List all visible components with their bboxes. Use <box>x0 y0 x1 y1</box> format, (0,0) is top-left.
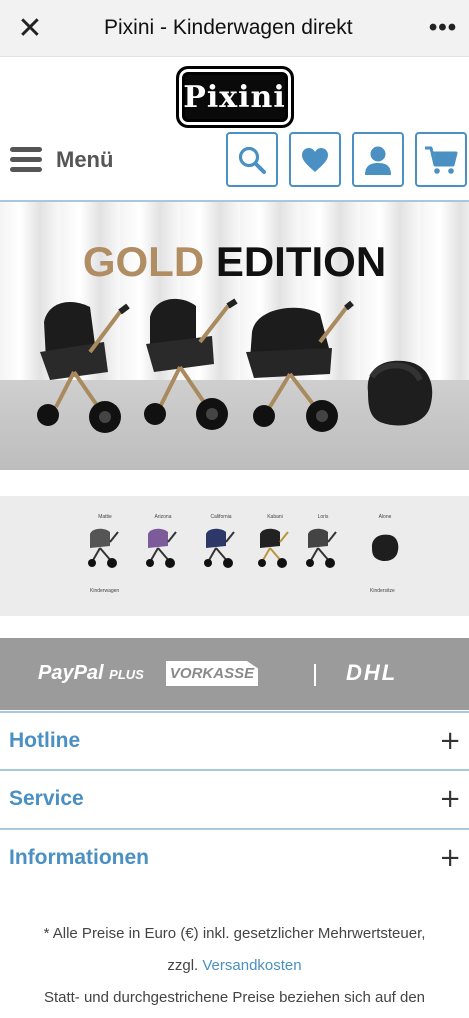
stroller-illustration <box>37 298 433 433</box>
price-notice-line2: zzgl. Versandkosten <box>0 950 469 982</box>
dhl-logo: DHL <box>346 660 398 685</box>
plus-icon: + <box>439 843 461 873</box>
shipping-costs-link[interactable]: Versandkosten <box>202 957 301 974</box>
logo[interactable]: Pixini <box>175 66 294 128</box>
product-thumbnail-strip: Mattie Arizona California Kabani Loris A… <box>0 496 469 616</box>
stroller-thumbnail <box>204 528 235 568</box>
price-notice-line3: Statt- und durchgestrichene Preise bezie… <box>43 989 426 1006</box>
vorkasse-logo: VORKASSE <box>166 661 258 686</box>
thumbnail-label: Kabani <box>267 514 283 520</box>
logo-container: Pixini <box>0 66 469 128</box>
thumbnail-label: Loris <box>317 514 329 520</box>
payment-separator <box>314 664 316 686</box>
stroller-image <box>246 300 354 432</box>
car-seat-image <box>367 360 433 426</box>
payment-methods-bar: PayPal PLUS VORKASSE DHL <box>0 638 469 710</box>
search-icon <box>238 146 266 174</box>
cart-button[interactable] <box>415 132 467 187</box>
price-notice-line1: * Alle Preise in Euro (€) inkl. gesetzli… <box>43 925 426 942</box>
thumbnail-item[interactable]: Mattie <box>80 514 130 573</box>
more-icon[interactable]: ••• <box>417 14 469 42</box>
thumbnail-item[interactable]: California <box>196 514 246 573</box>
accordion-informationen[interactable]: Informationen + <box>0 828 469 886</box>
menu-label: Menü <box>56 147 114 172</box>
hero-banner[interactable]: GOLD EDITION <box>0 202 469 470</box>
search-button[interactable] <box>226 132 278 187</box>
thumbnail-item[interactable]: Loris <box>298 514 348 573</box>
thumbnail-item[interactable]: Kabani <box>250 514 300 573</box>
thumbnail-label: Mattie <box>98 514 112 520</box>
price-notice-prefix: zzgl. <box>167 957 199 974</box>
hamburger-icon <box>10 147 42 173</box>
stroller-thumbnail <box>146 528 177 568</box>
thumbnail-caption-right: Kindersitze <box>370 588 395 594</box>
accordion-service[interactable]: Service + <box>0 769 469 827</box>
main-navigation: Menü <box>0 132 469 188</box>
logo-text: Pixini <box>183 79 286 115</box>
stroller-image <box>144 298 238 430</box>
stroller-thumbnail <box>258 528 289 568</box>
paypal-plus-text: PLUS <box>109 667 144 682</box>
stroller-image <box>37 302 130 433</box>
menu-button[interactable]: Menü <box>10 140 113 180</box>
paypal-logo: PayPal PLUS <box>38 662 144 685</box>
wishlist-button[interactable] <box>289 132 341 187</box>
thumbnail-caption-left: Kinderwagen <box>90 588 120 594</box>
accordion-hotline[interactable]: Hotline + <box>0 711 469 769</box>
close-icon[interactable]: ✕ <box>0 0 60 57</box>
heart-icon <box>302 147 328 172</box>
thumbnail-item[interactable]: Alone <box>360 514 410 573</box>
thumbnail-label: California <box>210 514 232 520</box>
thumbnail-label: Alone <box>378 514 392 520</box>
accordion-label: Informationen <box>9 846 149 869</box>
accordion-label: Service <box>9 787 84 810</box>
plus-icon: + <box>439 726 461 756</box>
page-title: Pixini - Kinderwagen direkt <box>104 16 353 39</box>
car-seat-thumbnail <box>371 534 399 562</box>
accordion-label: Hotline <box>9 729 81 752</box>
user-icon <box>365 146 391 175</box>
cart-icon <box>425 146 458 174</box>
thumbnail-item[interactable]: Arizona <box>138 514 188 573</box>
thumbnail-label: Arizona <box>154 514 172 520</box>
plus-icon: + <box>439 784 461 814</box>
stroller-thumbnail <box>88 528 119 568</box>
footer-notice: * Alle Preise in Euro (€) inkl. gesetzli… <box>0 918 469 1014</box>
paypal-text: PayPal <box>38 662 104 684</box>
account-button[interactable] <box>352 132 404 187</box>
browser-toolbar: ✕ Pixini - Kinderwagen direkt ••• <box>0 0 469 57</box>
stroller-thumbnail <box>306 528 337 568</box>
